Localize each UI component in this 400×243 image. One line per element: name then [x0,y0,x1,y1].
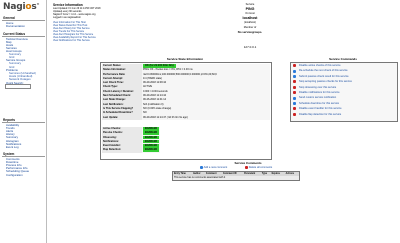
toggles-table: Active Checks: ENABLED Passive Checks: ENAB… [102,127,161,153]
comments-table: Entry Time Author Comment Comment ID Persist… [172,171,300,181]
action-icon [293,69,296,73]
command-label: Disable flap detection for this service [299,112,342,116]
state-value-text: 06-26-2018 11:41:14 [143,98,167,102]
state-info-table: Current Status: OK (for 2d 23h 33m 42s) St… [102,64,270,120]
enabled-badge: ENABLED [143,139,160,144]
toggle-label: Flap Detection: [102,148,142,153]
state-value-text: PING OK - Packet loss = 0%, RTA = 0.03 m… [143,68,193,72]
state-label: Last Update: [102,115,142,120]
service-label: Service [245,3,255,6]
sidebar-item-configuration[interactable]: Configuration [6,173,23,177]
enabled-badge: ENABLED [143,131,160,135]
service-commands-title: Service Commands [329,57,357,61]
state-value-text: N/A (notification 0) [143,102,164,106]
host-name[interactable]: localhost [200,16,300,20]
host-alias: (localhost) [244,20,256,24]
state-value-text: rta=0.030000ms;100.000000;500.000000;0.0… [143,72,217,76]
toggle-row: Flap Detection: ENABLED [102,148,161,153]
comments-title: Service Comments [234,161,262,165]
command-label: Disable active checks of this service [299,64,341,67]
state-value-text: 1/4 (HARD state) [143,76,163,80]
on-host-label: On Host [245,12,255,15]
action-icon [293,96,296,100]
command-label: Disable notifications for this service [299,90,340,94]
disable-icon [293,107,296,111]
disable-icon [293,112,296,116]
add-comment-icon [200,165,203,169]
state-row: Last Update: 06-29-2018 11:14:47 ( 0d 0h … [102,115,270,120]
disable-icon [293,80,296,84]
action-icon [293,75,296,79]
command-disable-flap-detection-for-this-service[interactable]: Disable flap detection for this service [291,112,397,117]
command-label: Submit passive check result for this ser… [299,74,349,78]
disable-icon [293,85,296,89]
disable-icon [293,64,296,68]
sidebar-item-documentation[interactable]: Documentation [6,24,25,28]
state-value: 06-29-2018 11:14:47 ( 0d 0h 0m 9s ago) [142,115,270,120]
enabled-badge: ENABLED [143,127,160,131]
service-commands-box: Disable active checks of this service Re-… [290,62,398,122]
service-name: PING [245,7,255,11]
disable-icon [293,91,296,95]
state-value-text: NO (0.00% state change) [143,106,172,110]
enabled-badge: ENABLED [143,144,160,148]
service-groups: No servicegroups. [237,30,263,34]
state-info-title: Service State Information [166,57,204,61]
state-value-text: NO [143,111,147,115]
delete-comment-icon [245,165,248,169]
quick-search-input[interactable] [5,83,31,90]
delete-comments-button[interactable]: Delete all comments [245,165,272,169]
command-label: Send custom service notification [299,96,337,100]
enabled-badge: ENABLED [143,135,160,140]
command-label: Disable event handler for this service [299,107,342,111]
state-value-text: 06-29-2018 11:14:44 [143,94,167,98]
command-label: Stop accepting passive checks for this s… [299,80,352,84]
status-badge: OK (for 2d 23h 33m 42s) [143,64,176,68]
member-of-label: Member of [243,26,257,29]
state-info-box: Current Status: OK (for 2d 23h 33m 42s) St… [100,62,272,160]
command-label: Schedule downtime for this service [299,101,340,105]
comments-empty-row: This service has no comments associated … [172,175,300,181]
enabled-badge: ENABLED [143,148,160,153]
state-value-text: 06-29-2018 11:14:47 ( 0d 0h 0m 9s ago) [143,115,188,119]
command-label: Stop obsessing over this service [299,85,337,89]
logged-in-user: Logged in as nagiosadmin [53,16,81,19]
action-icon [293,102,296,106]
state-value-text: 06-29-2018 11:09:44 [143,81,167,85]
add-comment-button[interactable]: Add a new comment [200,165,227,169]
host-ip: 127.0.0.1 [243,45,257,49]
command-label: Re-schedule the next check of this servi… [299,69,348,73]
sidebar-item-event-log[interactable]: Event Log [6,145,19,149]
nagios-logo[interactable]: Nagios® [3,2,40,12]
state-value-text: ACTIVE [143,85,153,89]
toggle-value: ENABLED [142,148,161,153]
comments-empty-text: This service has no comments associated … [174,176,226,180]
header-link-view-notifications-for-this-service[interactable]: View Notifications For This Service [53,39,90,42]
state-value-text: 0.000 / 4.004 seconds [143,89,168,93]
